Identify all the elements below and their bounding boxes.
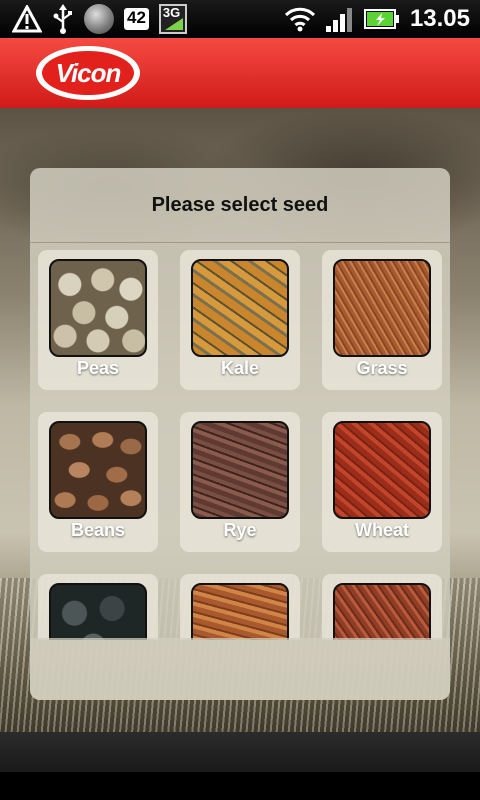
grass-image xyxy=(333,259,431,357)
rye-image xyxy=(191,421,289,519)
seed-tile-rye[interactable]: Rye xyxy=(180,412,300,552)
wifi-icon xyxy=(284,6,316,32)
signal-icon xyxy=(325,6,354,32)
seed-tile-grass[interactable]: Grass xyxy=(322,250,442,390)
seed-label: Wheat xyxy=(355,520,409,540)
seed-image xyxy=(333,583,431,640)
divider xyxy=(30,242,450,243)
peas-image xyxy=(49,259,147,357)
seed-tile-wheat[interactable]: Wheat xyxy=(322,412,442,552)
seed-select-dialog: Please select seed Peas Kale Grass Beans… xyxy=(30,168,450,700)
network-type-icon: 3G xyxy=(158,4,187,34)
scroll-fade xyxy=(30,638,450,700)
disc-icon xyxy=(84,4,114,34)
seed-tile-peas[interactable]: Peas xyxy=(38,250,158,390)
bottom-bar xyxy=(0,732,480,772)
dialog-title: Please select seed xyxy=(151,193,329,216)
wheat-image xyxy=(333,421,431,519)
seed-tile-row3-1[interactable] xyxy=(38,574,158,640)
notification-count-badge: 42 xyxy=(124,8,149,30)
app-header: Vicon xyxy=(0,38,480,108)
seed-image xyxy=(191,583,289,640)
usb-icon xyxy=(52,4,74,34)
logo-text: Vicon xyxy=(42,51,134,95)
status-bar: 42 3G 13.05 xyxy=(0,0,480,38)
beans-image xyxy=(49,421,147,519)
seed-label: Beans xyxy=(70,520,126,540)
battery-icon xyxy=(363,8,400,30)
seed-tile-beans[interactable]: Beans xyxy=(38,412,158,552)
seed-image xyxy=(49,583,147,640)
seed-label: Rye xyxy=(223,520,257,540)
nav-bar xyxy=(0,772,480,800)
seed-tile-row3-2[interactable] xyxy=(180,574,300,640)
seed-label: Grass xyxy=(356,358,408,378)
clock: 13.05 xyxy=(409,5,470,32)
seed-tile-kale[interactable]: Kale xyxy=(180,250,300,390)
warning-icon xyxy=(12,5,42,33)
seed-label: Peas xyxy=(76,358,120,378)
vicon-logo: Vicon xyxy=(36,46,140,100)
kale-image xyxy=(191,259,289,357)
seed-tile-row3-3[interactable] xyxy=(322,574,442,640)
seed-label: Kale xyxy=(220,358,260,378)
seed-grid[interactable]: Peas Kale Grass Beans Rye Wheat xyxy=(38,250,442,640)
